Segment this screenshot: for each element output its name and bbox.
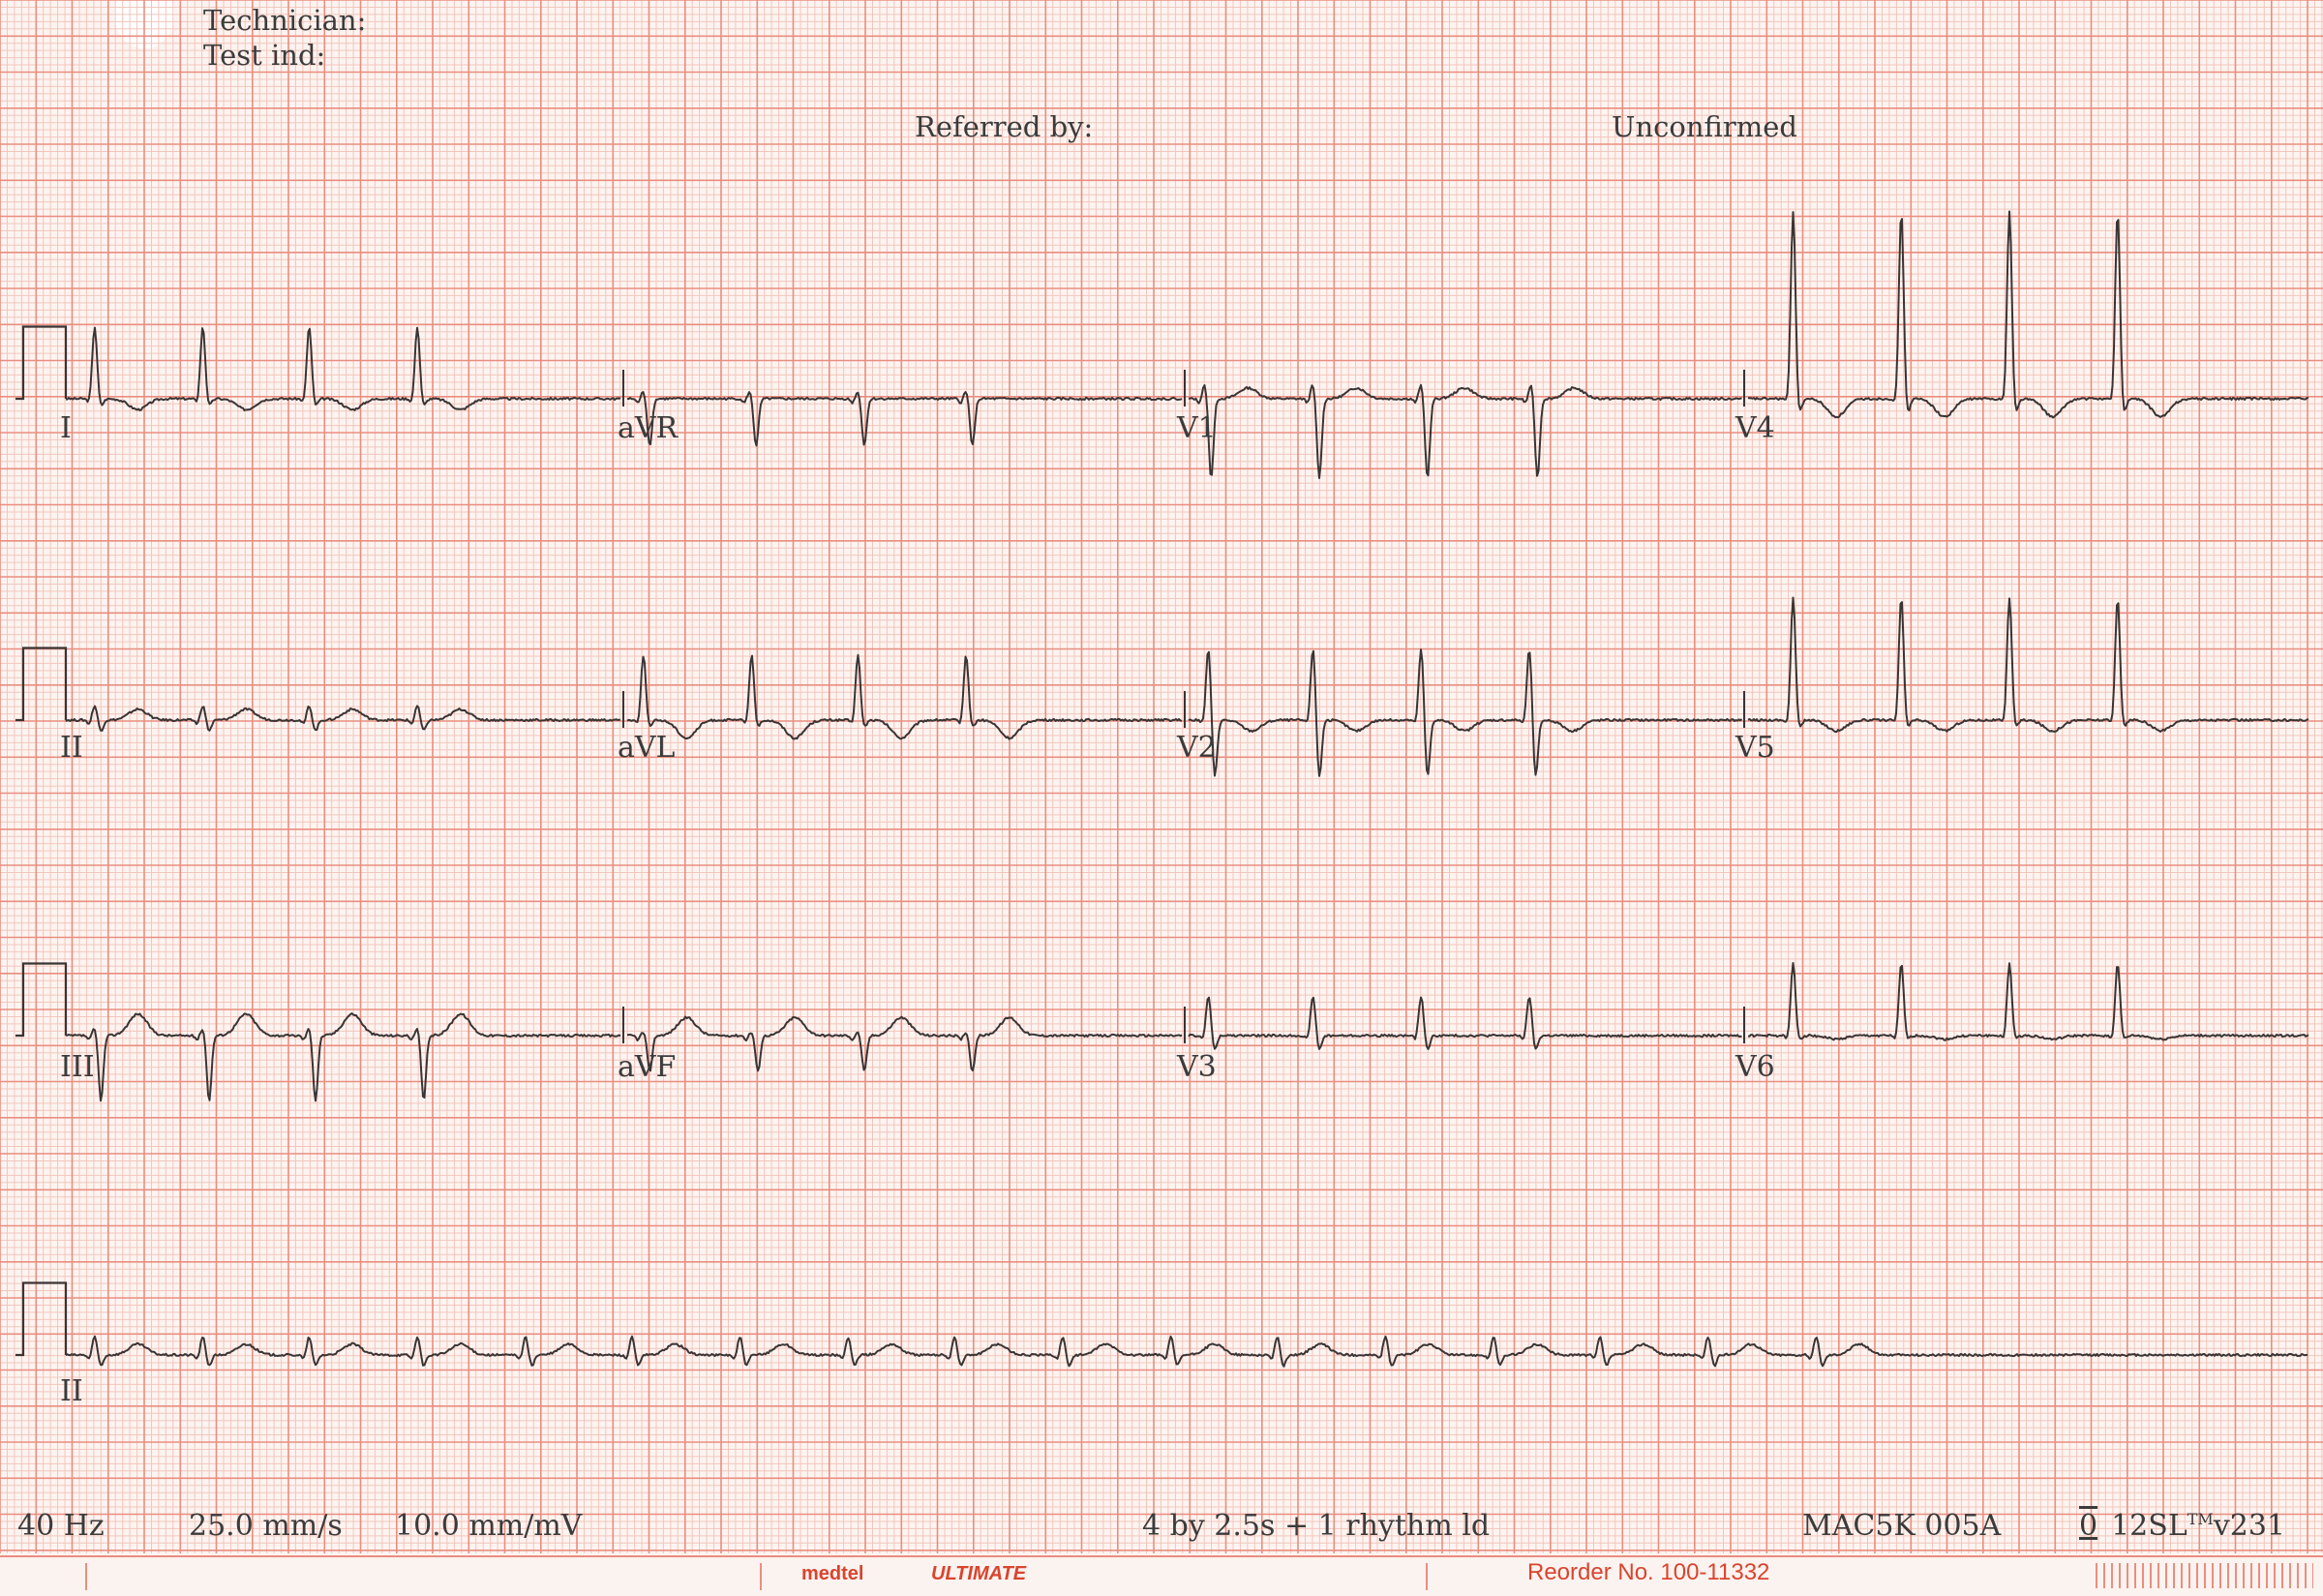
ecg-trace-v5: [1747, 596, 2309, 734]
ecg-trace-iii: [65, 1012, 621, 1102]
program-name: 12SL: [2111, 1509, 2187, 1543]
reorder-number: Reorder No. 100-11332: [1527, 1559, 1770, 1585]
program-symbol: 0: [2079, 1509, 2098, 1543]
paper-footer-strip: medtel ULTIMATE Reorder No. 100-11332: [0, 1555, 2323, 1596]
ecg-chart: I aVR V1 V4 II aVL V2 V5 III aVF V3 V6 I…: [0, 0, 2323, 1553]
grid-minor-lines: [0, 0, 2323, 1553]
ecg-trace-v6: [1747, 962, 2309, 1041]
ecg-trace-i: [65, 326, 621, 411]
lead-label-rhythm-II: II: [60, 1374, 83, 1408]
calibration-pulse: [15, 325, 68, 401]
strip-divider: [1426, 1563, 1428, 1590]
layout-format: 4 by 2.5s + 1 rhythm ld: [1142, 1509, 1491, 1543]
program-version: 0 12SLTMv231: [2079, 1509, 2285, 1543]
technician-label: Technician:: [203, 4, 367, 37]
filter-setting: 40 Hz: [17, 1509, 105, 1543]
lead-label-I: I: [60, 411, 72, 445]
program-version-number: v231: [2213, 1509, 2286, 1543]
lead-label-V4: V4: [1735, 411, 1775, 445]
ecg-trace-avl: [626, 653, 1183, 740]
ecg-trace-avf: [626, 1015, 1183, 1072]
ecg-trace-ii: [65, 705, 620, 732]
lead-label-III: III: [60, 1050, 95, 1084]
gain-setting: 10.0 mm/mV: [395, 1509, 583, 1543]
barcode-stripes: [2096, 1563, 2313, 1588]
lead-label-V6: V6: [1735, 1050, 1775, 1084]
test-ind-label: Test ind:: [203, 39, 326, 72]
ecg-trace-avr: [626, 391, 1183, 447]
calibration-pulse: [15, 1281, 68, 1357]
lead-label-II: II: [60, 731, 83, 765]
paper-speed: 25.0 mm/s: [189, 1509, 343, 1543]
ecg-grid: [0, 0, 2323, 1553]
trademark: TM: [2187, 1510, 2214, 1528]
referred-by-label: Referred by:: [915, 110, 1094, 143]
device-id: MAC5K 005A: [1802, 1509, 2002, 1543]
strip-divider: [85, 1563, 87, 1590]
ecg-traces: [15, 210, 2309, 1368]
calibration-pulse: [15, 647, 68, 722]
lead-label-aVF: aVF: [618, 1050, 676, 1084]
status-unconfirmed: Unconfirmed: [1612, 110, 1797, 143]
paper-product: ULTIMATE: [931, 1563, 1027, 1584]
strip-divider: [760, 1563, 762, 1590]
paper-brand: medtel: [801, 1563, 864, 1584]
calibration-pulse: [15, 962, 68, 1038]
lead-label-V5: V5: [1735, 731, 1775, 765]
lead-label-aVL: aVL: [618, 731, 676, 765]
lead-label-V2: V2: [1176, 731, 1217, 765]
lead-label-V1: V1: [1176, 411, 1217, 445]
lead-label-V3: V3: [1176, 1050, 1217, 1084]
lead-label-aVR: aVR: [618, 411, 679, 445]
ecg-trace-v4: [1747, 210, 2309, 419]
